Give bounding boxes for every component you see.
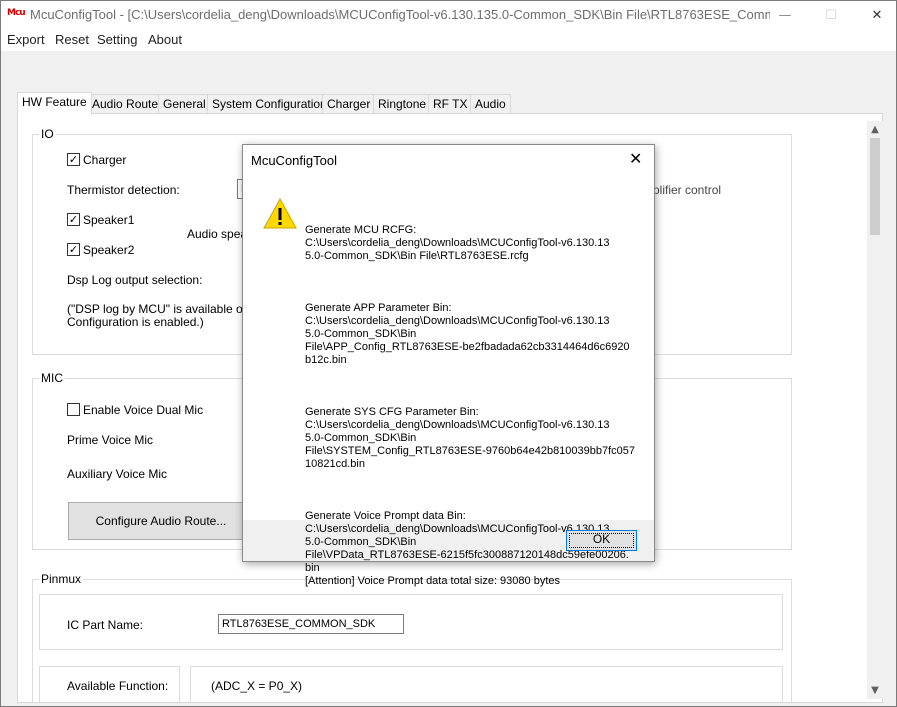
close-button[interactable]: ✕ — [854, 1, 897, 29]
ic-part-label: IC Part Name: — [67, 618, 144, 632]
available-function-label-box: Available Function: — [39, 666, 180, 702]
menu-about[interactable]: About — [148, 32, 182, 47]
speaker2-checkbox[interactable]: ✓ — [67, 243, 80, 256]
pinmux-group-label: Pinmux — [39, 572, 84, 586]
ok-button-label: OK — [592, 532, 611, 546]
thermistor-label: Thermistor detection: — [67, 183, 180, 197]
message-mcu-rcfg: Generate MCU RCFG: C:\Users\cordelia_den… — [305, 224, 610, 262]
available-function-value: (ADC_X = P0_X) — [211, 679, 303, 693]
dialog-close-button[interactable]: ✕ — [629, 151, 642, 167]
tab-ringtone[interactable]: Ringtone — [373, 94, 432, 114]
amp-control-label: plifier control — [653, 183, 722, 197]
menu-export[interactable]: Export — [7, 32, 45, 47]
menu-setting[interactable]: Setting — [97, 32, 137, 47]
tab-general[interactable]: General — [158, 94, 211, 114]
dsp-note-line1: ("DSP log by MCU" is available only if — [67, 302, 268, 316]
minimize-button[interactable]: — — [762, 1, 808, 29]
tab-hw-feature[interactable]: HW Feature — [17, 92, 92, 115]
scroll-thumb[interactable] — [870, 138, 880, 235]
message-app-param: Generate APP Parameter Bin: C:\Users\cor… — [305, 302, 630, 366]
scroll-down-icon[interactable]: ▼ — [867, 682, 883, 699]
charger-checkbox[interactable]: ✓ — [67, 153, 80, 166]
maximize-button[interactable]: ☐ — [808, 1, 854, 29]
menu-reset[interactable]: Reset — [55, 32, 89, 47]
configure-audio-route-button[interactable]: Configure Audio Route... — [68, 502, 254, 540]
dialog-body: Generate MCU RCFG: C:\Users\cordelia_den… — [243, 175, 654, 587]
message-sys-cfg: Generate SYS CFG Parameter Bin: C:\Users… — [305, 406, 636, 470]
menu-bar: Export Reset Setting About — [1, 29, 896, 51]
speaker2-label: Speaker2 — [83, 243, 135, 257]
dialog-title: McuConfigTool — [251, 153, 337, 168]
prime-mic-label: Prime Voice Mic — [67, 433, 154, 447]
app-icon: Mcu — [7, 8, 26, 18]
dialog-title-bar: McuConfigTool ✕ — [243, 145, 654, 175]
speaker1-checkbox[interactable]: ✓ — [67, 213, 80, 226]
available-function-label: Available Function: — [67, 679, 169, 693]
dual-mic-label: Enable Voice Dual Mic — [83, 403, 204, 417]
dialog-message: Generate MCU RCFG: C:\Users\cordelia_den… — [305, 198, 645, 627]
warning-icon — [263, 197, 297, 229]
tab-audio-route[interactable]: Audio Route — [87, 94, 164, 114]
scroll-up-icon[interactable]: ▲ — [867, 121, 883, 138]
dsp-note-line2: Configuration is enabled.) — [67, 315, 204, 329]
aux-mic-label: Auxiliary Voice Mic — [67, 467, 168, 481]
available-function-value-box: (ADC_X = P0_X) — [190, 666, 783, 702]
dual-mic-checkbox[interactable] — [67, 403, 80, 416]
charger-label: Charger — [83, 153, 127, 167]
vertical-scrollbar[interactable]: ▲ ▼ — [867, 121, 883, 699]
tab-system-configuration[interactable]: System Configuration — [207, 94, 332, 114]
message-dialog: McuConfigTool ✕ Generate MCU RCFG: C:\Us… — [242, 144, 655, 587]
io-group-label: IO — [39, 127, 56, 141]
tab-rf-tx[interactable]: RF TX — [428, 94, 473, 114]
mic-group-label: MIC — [39, 371, 65, 385]
speaker1-label: Speaker1 — [83, 213, 135, 227]
tab-charger[interactable]: Charger — [322, 94, 376, 114]
title-bar: Mcu McuConfigTool - [C:\Users\cordelia_d… — [1, 1, 896, 29]
window-title: McuConfigTool - [C:\Users\cordelia_deng\… — [30, 7, 770, 22]
ok-button[interactable]: OK — [566, 530, 637, 551]
tab-audio[interactable]: Audio — [470, 94, 511, 114]
dsp-log-label: Dsp Log output selection: — [67, 273, 203, 287]
